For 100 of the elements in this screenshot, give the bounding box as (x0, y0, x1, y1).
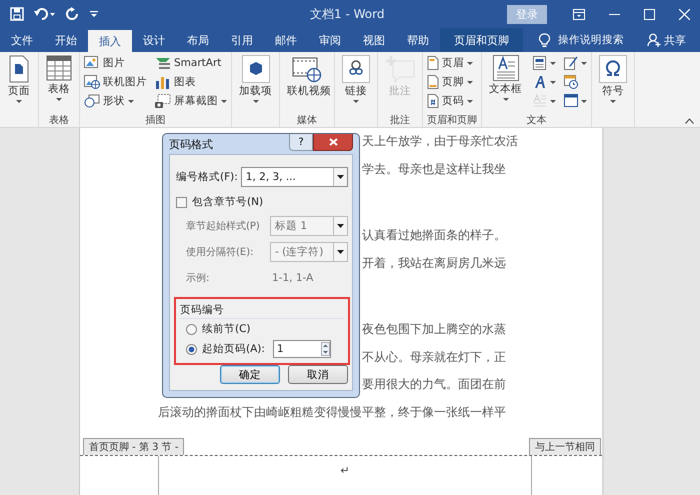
caret-icon (550, 80, 556, 84)
ribbon-button[interactable]: 页眉 (427, 55, 473, 71)
ribbon-tab[interactable]: 视图 (352, 28, 396, 52)
ribbon-button[interactable]: 加载项 (236, 55, 275, 127)
ribbon-tab[interactable]: 邮件 (264, 28, 308, 52)
ribbon-button[interactable]: 页码 (427, 93, 473, 109)
same-as-previous-tag: 与上一节相同 (529, 438, 601, 455)
radio-label: 起始页码(A): (202, 342, 265, 356)
caret-icon (56, 98, 62, 101)
ribbon-tab[interactable]: 文件 (0, 28, 44, 52)
dropdown-arrow-icon (337, 250, 344, 254)
caret-icon (610, 100, 616, 103)
caret-icon (581, 100, 587, 102)
addin-icon (242, 55, 270, 83)
ribbon-button[interactable]: 联机视频 (284, 55, 330, 113)
text-line: 要用很大的力气。面团在前 (362, 376, 507, 393)
example-value: 1-1, 1-A (271, 272, 314, 284)
header-icon (427, 56, 439, 70)
ribbon-button[interactable]: 页面 (4, 55, 34, 127)
ribbon-button[interactable]: 屏幕截图 (155, 93, 227, 109)
text-line: 不从心。母亲就在灯下，正 (362, 348, 507, 366)
picture-icon (84, 56, 100, 70)
text-box-icon (492, 55, 518, 81)
maximize-icon[interactable] (644, 8, 655, 20)
dropdown-arrow-icon (337, 175, 344, 179)
ribbon-tab[interactable]: 审阅 (308, 28, 352, 52)
caret-icon (252, 100, 258, 103)
film-globe-icon (292, 55, 322, 83)
search-field[interactable]: 操作说明搜索 (558, 33, 624, 47)
ribbon-button[interactable]: 符号 (596, 55, 630, 127)
ribbon-button[interactable]: 链接 (339, 55, 373, 127)
dropdown-field[interactable]: 1, 2, 3, ... (240, 167, 348, 187)
dropdown-arrow-icon (337, 224, 344, 228)
number-spinner[interactable]: 1 (272, 340, 331, 358)
ribbon-tab[interactable]: 引用 (220, 28, 264, 52)
ribbon-button[interactable] (564, 55, 587, 71)
ribbon-tab[interactable]: 设计 (132, 28, 176, 52)
ribbon-button[interactable]: 文本框 (486, 55, 525, 113)
footer-section-tag: 首页页脚 - 第 3 节 - (83, 438, 184, 455)
redo-icon[interactable] (66, 7, 80, 21)
customize-caret-icon[interactable] (90, 10, 98, 18)
ribbon-tab[interactable]: 布局 (176, 28, 220, 52)
collapse-ribbon-icon[interactable] (685, 118, 694, 124)
ribbon-tab[interactable]: 帮助 (396, 28, 440, 52)
caret-icon (550, 100, 556, 102)
caret-icon (581, 62, 587, 64)
close-icon[interactable] (679, 8, 690, 20)
ribbon-button[interactable]: SmartArt (155, 55, 227, 71)
ribbon-button[interactable]: 表格 (43, 55, 75, 113)
ribbon-tab[interactable]: 插入 (88, 30, 132, 52)
group-title: 页码编号 (180, 301, 344, 319)
ribbon-tab[interactable]: 页眉和页脚 (440, 28, 523, 52)
checkbox[interactable] (176, 196, 187, 208)
ribbon-button[interactable] (564, 93, 587, 109)
screenshot-icon (155, 94, 171, 108)
ribbon-button[interactable]: 图表 (155, 74, 227, 90)
ribbon-tab[interactable]: 开始 (44, 28, 88, 52)
field-label: 使用分隔符(E): (186, 246, 254, 259)
ribbon-button[interactable] (533, 55, 556, 71)
save-icon[interactable] (10, 7, 24, 21)
wordart-icon (533, 75, 547, 89)
share-button[interactable]: 共享 (647, 28, 700, 52)
footer-icon (427, 75, 439, 89)
dialog-button[interactable]: 取消 (288, 365, 348, 384)
undo-icon[interactable] (34, 7, 56, 21)
group-label: 批注 (389, 114, 411, 127)
close-icon (328, 138, 338, 146)
caret-icon (467, 80, 473, 84)
radio-button[interactable] (186, 344, 197, 354)
field-label: 示例: (186, 272, 210, 285)
chart-icon (155, 75, 171, 89)
page-icon (7, 55, 31, 83)
table-icon (46, 55, 72, 81)
caret-icon (550, 62, 556, 64)
ribbon-button[interactable]: 形状 (84, 93, 147, 109)
smartart-icon (155, 56, 171, 70)
caret-icon (221, 100, 227, 102)
ribbon-button[interactable]: 联机图片 (84, 74, 147, 90)
lightbulb-icon (539, 32, 550, 48)
caret-icon (128, 100, 134, 102)
group-label: 文本 (526, 114, 548, 127)
dialog-title: 页码格式 (169, 136, 213, 152)
person-icon (647, 33, 661, 47)
paragraph-mark: ↵ (340, 464, 350, 477)
dialog-button[interactable]: 确定 (220, 365, 280, 384)
ribbon-button[interactable]: 页脚 (427, 74, 473, 90)
ribbon-button[interactable] (533, 74, 556, 90)
radio-button[interactable] (186, 324, 197, 334)
caret-icon (467, 62, 473, 64)
online-picture-icon (84, 75, 100, 89)
object-icon (564, 94, 578, 108)
window-title: 文档1 - Word (310, 6, 386, 22)
group-label: 媒体 (296, 114, 318, 127)
close-button[interactable] (313, 134, 353, 151)
text-line: 认真看过她擀面条的样子。 (362, 227, 507, 244)
ribbon-button[interactable]: 图片 (84, 55, 147, 71)
text-line: 开着，我站在离厨房几米远 (362, 254, 507, 272)
checkbox-label: 包含章节号(N) (192, 195, 264, 209)
help-button[interactable]: ? (289, 134, 313, 151)
chain-link-icon (342, 55, 370, 83)
